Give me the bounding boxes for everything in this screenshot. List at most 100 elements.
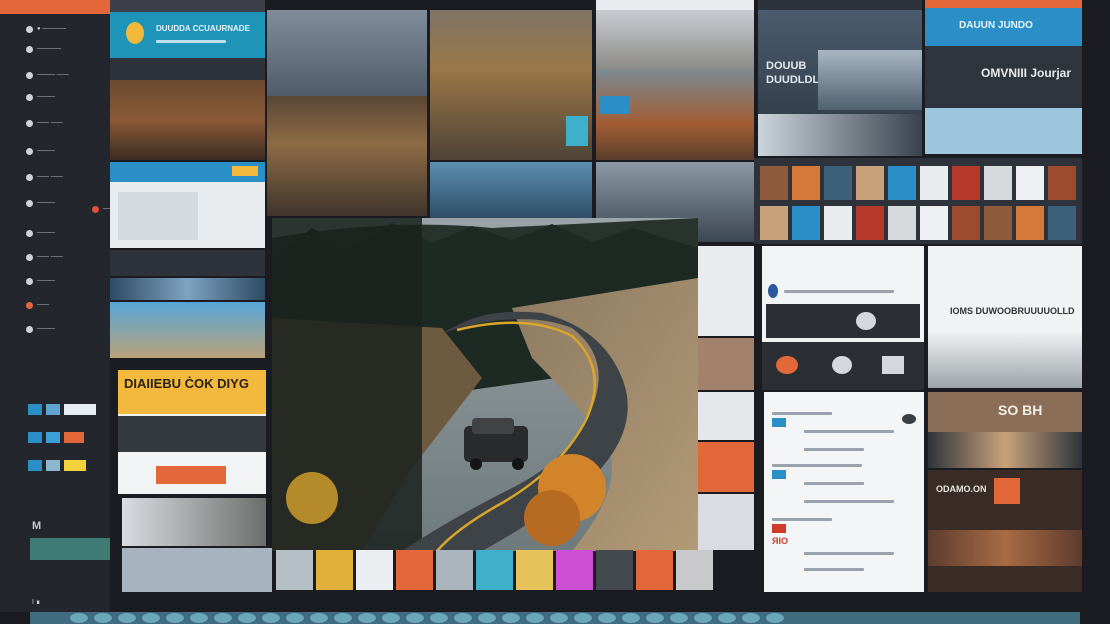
sidebar-item[interactable]: —— —— (26, 118, 63, 128)
thumbnail[interactable] (1016, 166, 1044, 200)
sidebar-item[interactable]: ——— —— (26, 70, 69, 80)
pane-settings-icons[interactable] (762, 342, 924, 390)
sidebar-tile-blue-5[interactable] (46, 460, 60, 471)
dock-app-icon[interactable] (94, 613, 112, 623)
dock-app-icon[interactable] (166, 613, 184, 623)
thumbnail[interactable] (1048, 206, 1076, 240)
strip-thumbnail[interactable] (436, 550, 473, 590)
sidebar-tile-blue-3[interactable] (46, 432, 60, 443)
photo-city-2[interactable] (430, 10, 592, 160)
sidebar-item[interactable]: —— (26, 300, 49, 310)
strip-thumbnail[interactable] (636, 550, 673, 590)
sidebar-tile-blue-4[interactable] (28, 460, 42, 471)
thumbnail[interactable] (952, 166, 980, 200)
pane-narrow-4[interactable] (698, 442, 754, 492)
tv-icon[interactable] (882, 356, 904, 374)
dock-app-icon[interactable] (286, 613, 304, 623)
toggle-icon[interactable] (902, 414, 916, 424)
dock-app-icon[interactable] (718, 613, 736, 623)
dock-app-icon[interactable] (670, 613, 688, 623)
sidebar-item[interactable]: —— —— (26, 172, 63, 182)
thumbnail[interactable] (824, 166, 852, 200)
pane-narrow-2[interactable] (698, 338, 754, 390)
dock-app-icon[interactable] (646, 613, 664, 623)
sidebar-tile-white[interactable] (64, 404, 96, 415)
dock-app-icon[interactable] (142, 613, 160, 623)
tile-form[interactable] (110, 162, 265, 248)
dock-app-icon[interactable] (310, 613, 328, 623)
strip-thumbnail[interactable] (556, 550, 593, 590)
strip-thumbnail[interactable] (396, 550, 433, 590)
dock-app-icon[interactable] (742, 613, 760, 623)
dock-app-icon[interactable] (526, 613, 544, 623)
thumbnail[interactable] (952, 206, 980, 240)
dock-app-icon[interactable] (550, 613, 568, 623)
strip-thumbnail[interactable] (676, 550, 713, 590)
dock-app-icon[interactable] (262, 613, 280, 623)
strip-thumbnail[interactable] (276, 550, 313, 590)
tile-thumb-strip[interactable] (110, 278, 265, 300)
pane-narrow-5[interactable] (698, 494, 754, 550)
thumbnail[interactable] (888, 166, 916, 200)
orange-card-button[interactable] (156, 466, 226, 484)
pane-brown-header[interactable]: SO BH (928, 392, 1082, 432)
dock-app-icon[interactable] (598, 613, 616, 623)
dock-app-icon[interactable] (190, 613, 208, 623)
thumbnail[interactable] (1016, 206, 1044, 240)
photo-building-white[interactable] (596, 10, 754, 70)
thumbnail[interactable] (856, 206, 884, 240)
strip-thumbnail[interactable] (356, 550, 393, 590)
sidebar-tile-blue[interactable] (28, 404, 42, 415)
pane-brown-strip[interactable] (928, 432, 1082, 468)
thumbnail[interactable] (888, 206, 916, 240)
pane-narrow-3[interactable] (698, 392, 754, 440)
dock-app-icon[interactable] (478, 613, 496, 623)
orange-card[interactable]: DIAIIEBU ĊOK DIYG (118, 370, 266, 494)
sidebar-tile-lightblue[interactable] (46, 404, 60, 415)
thumbnail[interactable] (984, 166, 1012, 200)
dock-app-icon[interactable] (118, 613, 136, 623)
soccer-icon[interactable] (832, 356, 852, 374)
photo-storefront[interactable] (596, 70, 754, 160)
dock-app-icon[interactable] (574, 613, 592, 623)
tile-top-right[interactable]: DAUUN JUNDO (925, 8, 1082, 46)
dock-app-icon[interactable] (694, 613, 712, 623)
dock-app-icon[interactable] (214, 613, 232, 623)
dock-app-icon[interactable] (454, 613, 472, 623)
tile-photo-garage[interactable] (122, 498, 266, 546)
thumbnail[interactable] (920, 166, 948, 200)
pane-brown-grid[interactable]: ODAMO.ON (928, 470, 1082, 592)
tile-photo-building[interactable] (110, 80, 265, 160)
strip-thumbnail[interactable] (596, 550, 633, 590)
tile-sky[interactable] (925, 108, 1082, 154)
sidebar-item[interactable]: ● ———— (26, 24, 66, 34)
dock-app-icon[interactable] (430, 613, 448, 623)
grid-icon[interactable] (776, 356, 798, 374)
sidebar-item[interactable]: —— —— (26, 252, 63, 262)
tile-top-left[interactable]: DUUDDA CCUAURNADE (110, 12, 265, 58)
dock-app-icon[interactable] (406, 613, 424, 623)
dock-app-icon[interactable] (70, 613, 88, 623)
pane-settings[interactable] (762, 246, 924, 390)
dock-app-icon[interactable] (382, 613, 400, 623)
dock-app-icon[interactable] (358, 613, 376, 623)
pane-list[interactable]: ЯIO (764, 392, 924, 592)
tile-mid-right[interactable]: DOUUB DUUDLDL (758, 10, 922, 156)
sidebar-item[interactable]: ——— (26, 228, 55, 238)
dock-app-icon[interactable] (238, 613, 256, 623)
dock-app-icon[interactable] (334, 613, 352, 623)
strip-thumbnail[interactable] (516, 550, 553, 590)
sidebar-action-button[interactable] (30, 538, 110, 560)
thumbnail[interactable] (760, 206, 788, 240)
thumbnail[interactable] (760, 166, 788, 200)
strip-thumbnail[interactable] (316, 550, 353, 590)
sidebar-tile-blue-2[interactable] (28, 432, 42, 443)
thumbnail[interactable] (824, 206, 852, 240)
thumbnail[interactable] (856, 166, 884, 200)
sidebar-item[interactable]: ——— (26, 324, 55, 334)
sidebar-item[interactable]: —— (92, 204, 110, 214)
dock-app-icon[interactable] (622, 613, 640, 623)
photo-city-1[interactable] (267, 10, 427, 216)
dock-app-icon[interactable] (766, 613, 784, 623)
thumbnail[interactable] (792, 206, 820, 240)
